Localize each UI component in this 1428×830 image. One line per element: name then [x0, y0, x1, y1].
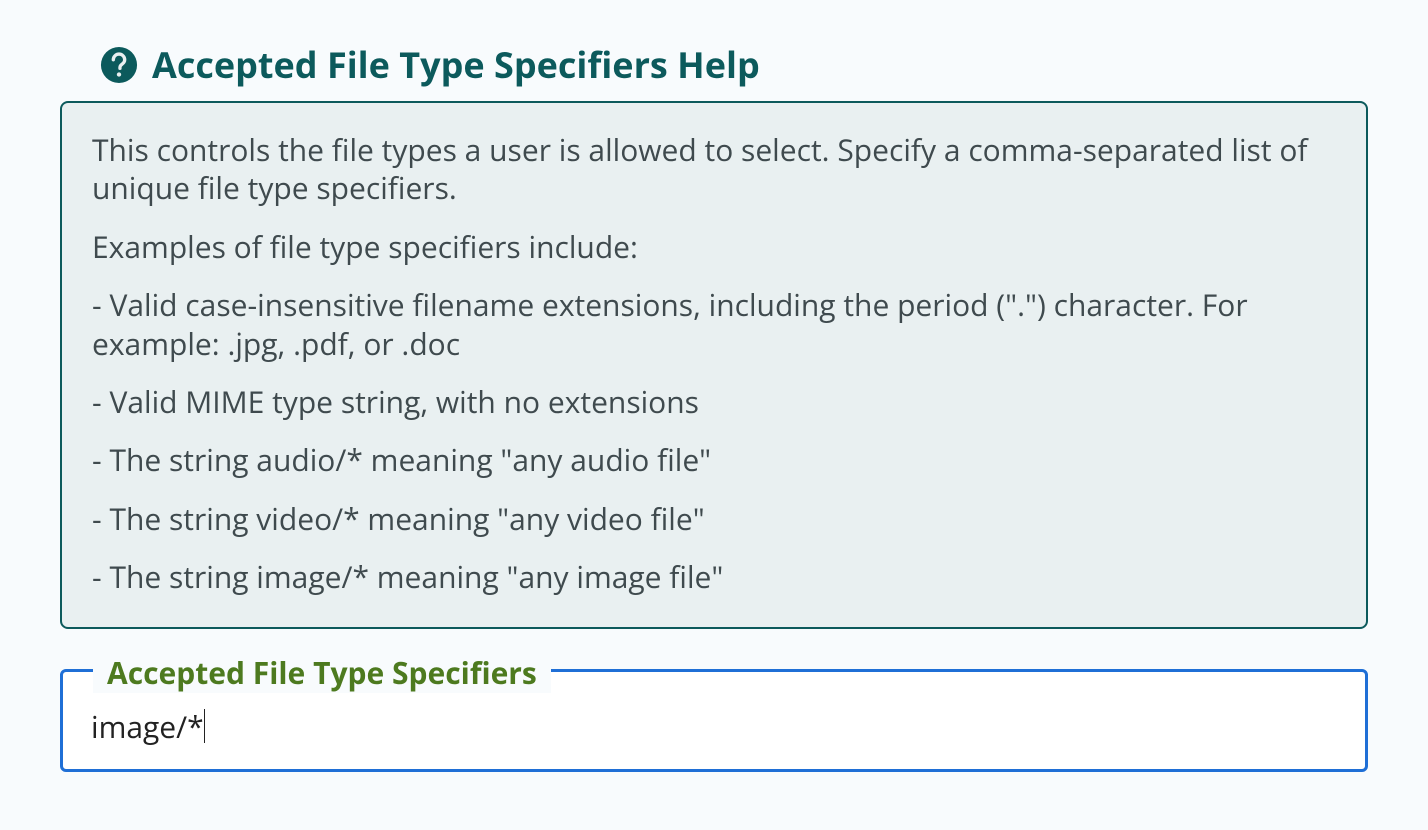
help-description-box: This controls the file types a user is a… [60, 101, 1368, 629]
accepted-file-types-field[interactable]: Accepted File Type Specifiers image/* [60, 669, 1368, 772]
text-caret [204, 709, 205, 743]
help-examples-lead: Examples of file type specifiers include… [92, 228, 1336, 266]
help-bullet-image: - The string image/* meaning "any image … [92, 558, 1336, 596]
help-icon [100, 46, 138, 84]
help-bullet-video: - The string video/* meaning "any video … [92, 500, 1336, 538]
help-intro-text: This controls the file types a user is a… [92, 131, 1336, 208]
help-bullet-mime: - Valid MIME type string, with no extens… [92, 383, 1336, 421]
help-heading-row: Accepted File Type Specifiers Help [100, 40, 1368, 89]
field-legend: Accepted File Type Specifiers [93, 652, 551, 693]
accepted-file-types-input[interactable]: image/* [91, 706, 204, 747]
help-bullet-audio: - The string audio/* meaning "any audio … [92, 441, 1336, 479]
help-heading-title: Accepted File Type Specifiers Help [152, 40, 760, 89]
help-bullet-extensions: - Valid case-insensitive filename extens… [92, 286, 1336, 363]
